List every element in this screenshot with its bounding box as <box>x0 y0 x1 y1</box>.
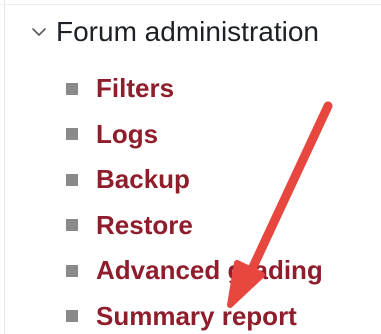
filters-link[interactable]: Filters <box>96 73 174 104</box>
menu-item-advanced-grading: Advanced grading <box>66 248 323 294</box>
square-bullet-icon <box>66 173 78 186</box>
menu-item-restore: Restore <box>66 203 323 249</box>
square-bullet-icon <box>66 310 78 323</box>
restore-link[interactable]: Restore <box>96 210 193 241</box>
backup-link[interactable]: Backup <box>96 164 190 195</box>
forum-administration-panel: Forum administration Filters Logs Backup… <box>0 0 381 334</box>
advanced-grading-link[interactable]: Advanced grading <box>96 255 323 286</box>
menu-item-summary-report: Summary report <box>66 294 323 334</box>
summary-report-link[interactable]: Summary report <box>96 301 297 332</box>
section-title: Forum administration <box>56 16 319 47</box>
square-bullet-icon <box>66 82 78 95</box>
square-bullet-icon <box>66 264 78 277</box>
logs-link[interactable]: Logs <box>96 119 158 150</box>
forum-administration-toggle[interactable]: Forum administration <box>30 12 319 52</box>
forum-admin-menu: Filters Logs Backup Restore Advanced gra… <box>66 66 323 334</box>
panel-top-border <box>0 4 381 5</box>
menu-item-backup: Backup <box>66 157 323 203</box>
square-bullet-icon <box>66 128 78 141</box>
chevron-down-icon <box>32 28 46 36</box>
menu-item-logs: Logs <box>66 112 323 158</box>
menu-item-filters: Filters <box>66 66 323 112</box>
panel-left-border <box>4 0 5 334</box>
square-bullet-icon <box>66 219 78 232</box>
